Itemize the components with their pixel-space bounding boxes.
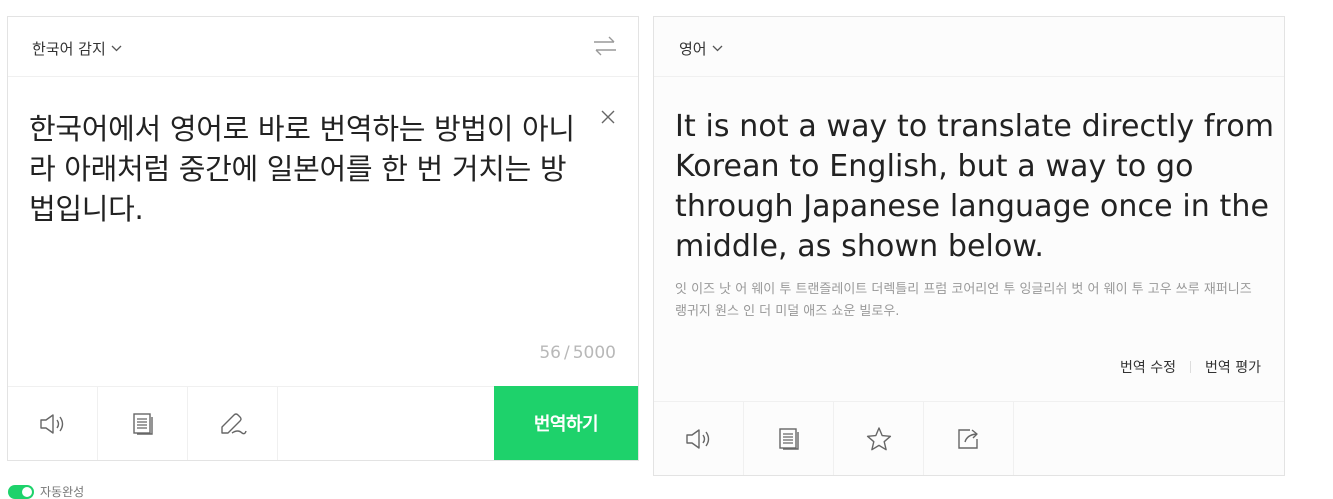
target-panel-header: 영어 — [654, 17, 1284, 77]
edit-translation-link[interactable]: 번역 수정 — [1120, 357, 1176, 377]
target-listen-button[interactable] — [654, 402, 744, 475]
star-icon — [866, 426, 891, 450]
favorite-button[interactable] — [834, 402, 924, 475]
rate-translation-link[interactable]: 번역 평가 — [1205, 357, 1261, 377]
chevron-down-icon — [111, 45, 122, 52]
autocomplete-label: 자동완성 — [40, 485, 85, 499]
source-language-label: 한국어 감지 — [32, 40, 106, 58]
target-language-select[interactable]: 영어 — [679, 38, 723, 59]
source-text-input[interactable]: 한국어에서 영어로 바로 번역하는 방법이 아니라 아래처럼 중간에 일본어를 … — [29, 109, 589, 229]
target-panel: 영어 It is not a way to translate directly… — [653, 16, 1285, 476]
pronunciation-text: 잇 이즈 낫 어 웨이 투 트랜즐레이트 더렉틀리 프럼 코어리언 투 잉글리쉬… — [675, 282, 1252, 319]
target-toolbar — [654, 401, 1284, 475]
source-listen-button[interactable] — [8, 387, 98, 460]
handwriting-button[interactable] — [188, 387, 278, 460]
target-copy-button[interactable] — [744, 402, 834, 475]
copy-icon — [778, 427, 799, 450]
autocomplete-toggle[interactable] — [8, 484, 34, 499]
source-panel-header: 한국어 감지 — [8, 17, 638, 77]
translate-button[interactable]: 번역하기 — [494, 386, 638, 460]
char-count-limit: 5000 — [572, 343, 616, 363]
share-icon — [957, 428, 978, 449]
source-language-select[interactable]: 한국어 감지 — [32, 38, 122, 59]
speaker-icon — [685, 428, 709, 449]
clear-text-icon[interactable] — [600, 109, 616, 125]
share-button[interactable] — [924, 402, 1014, 475]
chevron-down-icon — [712, 45, 723, 52]
char-count-separator: / — [564, 343, 570, 363]
feedback-divider — [1190, 361, 1192, 373]
swap-languages-icon[interactable] — [592, 35, 618, 57]
autocomplete-setting: 자동완성 — [8, 483, 84, 499]
char-count: 56/5000 — [539, 343, 616, 363]
translation-feedback: 번역 수정 번역 평가 — [1120, 357, 1261, 377]
handwriting-icon — [220, 412, 247, 434]
source-copy-button[interactable] — [98, 387, 188, 460]
translated-text: It is not a way to translate directly fr… — [675, 109, 1275, 264]
char-count-current: 56 — [539, 343, 561, 363]
speaker-icon — [39, 413, 63, 434]
copy-icon — [132, 412, 153, 435]
target-language-label: 영어 — [679, 40, 707, 58]
source-panel: 한국어 감지 한국어에서 영어로 바로 번역하는 방법이 아니라 아래처럼 중간… — [7, 16, 639, 461]
